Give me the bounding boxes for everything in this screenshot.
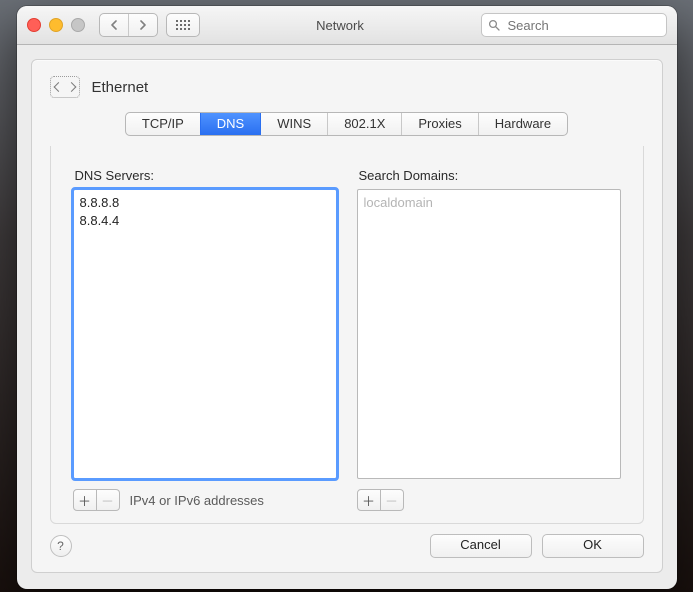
forward-button[interactable] <box>128 14 157 36</box>
titlebar: Network <box>17 6 677 45</box>
settings-sheet: Ethernet TCP/IP DNS WINS 802.1X Proxies … <box>31 59 663 573</box>
dns-servers-label: DNS Servers: <box>75 168 337 183</box>
search-domains-list[interactable]: localdomain <box>357 189 621 479</box>
show-all-button[interactable] <box>166 13 200 37</box>
tab-hardware[interactable]: Hardware <box>478 113 567 135</box>
cancel-button[interactable]: Cancel <box>430 534 532 558</box>
search-domains-column: Search Domains: localdomain ＋ － <box>357 168 621 511</box>
add-dns-server-button[interactable]: ＋ <box>73 489 97 511</box>
search-domains-label: Search Domains: <box>359 168 621 183</box>
dns-servers-list[interactable]: 8.8.8.88.8.4.4 <box>73 189 337 479</box>
window-title: Network <box>208 18 473 33</box>
tab-bar: TCP/IP DNS WINS 802.1X Proxies Hardware <box>32 112 662 136</box>
interface-header: Ethernet <box>32 60 662 108</box>
zoom-window-button <box>71 18 85 32</box>
tab-8021x[interactable]: 802.1X <box>327 113 401 135</box>
dns-panel: DNS Servers: 8.8.8.88.8.4.4 ＋ － IPv4 or … <box>50 146 644 524</box>
ok-button[interactable]: OK <box>542 534 644 558</box>
ethernet-icon <box>50 76 80 98</box>
nav-back-forward <box>99 13 158 37</box>
dns-server-item[interactable]: 8.8.8.8 <box>80 194 330 212</box>
dns-server-item[interactable]: 8.8.4.4 <box>80 212 330 230</box>
remove-dns-server-button[interactable]: － <box>97 489 120 511</box>
back-button[interactable] <box>100 14 128 36</box>
dns-servers-column: DNS Servers: 8.8.8.88.8.4.4 ＋ － IPv4 or … <box>73 168 337 511</box>
tab-dns[interactable]: DNS <box>200 113 260 135</box>
search-field[interactable] <box>481 13 667 37</box>
sheet-footer: ? Cancel OK <box>32 524 662 558</box>
close-window-button[interactable] <box>27 18 41 32</box>
search-input[interactable] <box>506 17 677 34</box>
preferences-window: Network Ethernet TCP/IP DNS WINS 802.1X … <box>17 6 677 589</box>
minus-icon: － <box>101 491 114 510</box>
chevron-right-icon <box>139 20 147 30</box>
tab-tcpip[interactable]: TCP/IP <box>126 113 200 135</box>
search-domains-placeholder: localdomain <box>364 194 614 212</box>
help-button[interactable]: ? <box>50 535 72 557</box>
minus-icon: － <box>385 491 398 510</box>
add-search-domain-button[interactable]: ＋ <box>357 489 381 511</box>
minimize-window-button[interactable] <box>49 18 63 32</box>
search-icon <box>488 19 500 31</box>
window-controls <box>27 18 85 32</box>
plus-icon: ＋ <box>78 491 91 510</box>
dns-servers-hint: IPv4 or IPv6 addresses <box>130 493 264 508</box>
chevron-left-icon <box>110 20 118 30</box>
remove-search-domain-button[interactable]: － <box>381 489 404 511</box>
tab-wins[interactable]: WINS <box>260 113 327 135</box>
grid-icon <box>176 20 190 30</box>
plus-icon: ＋ <box>362 491 375 510</box>
interface-name: Ethernet <box>92 79 149 96</box>
tab-proxies[interactable]: Proxies <box>401 113 477 135</box>
